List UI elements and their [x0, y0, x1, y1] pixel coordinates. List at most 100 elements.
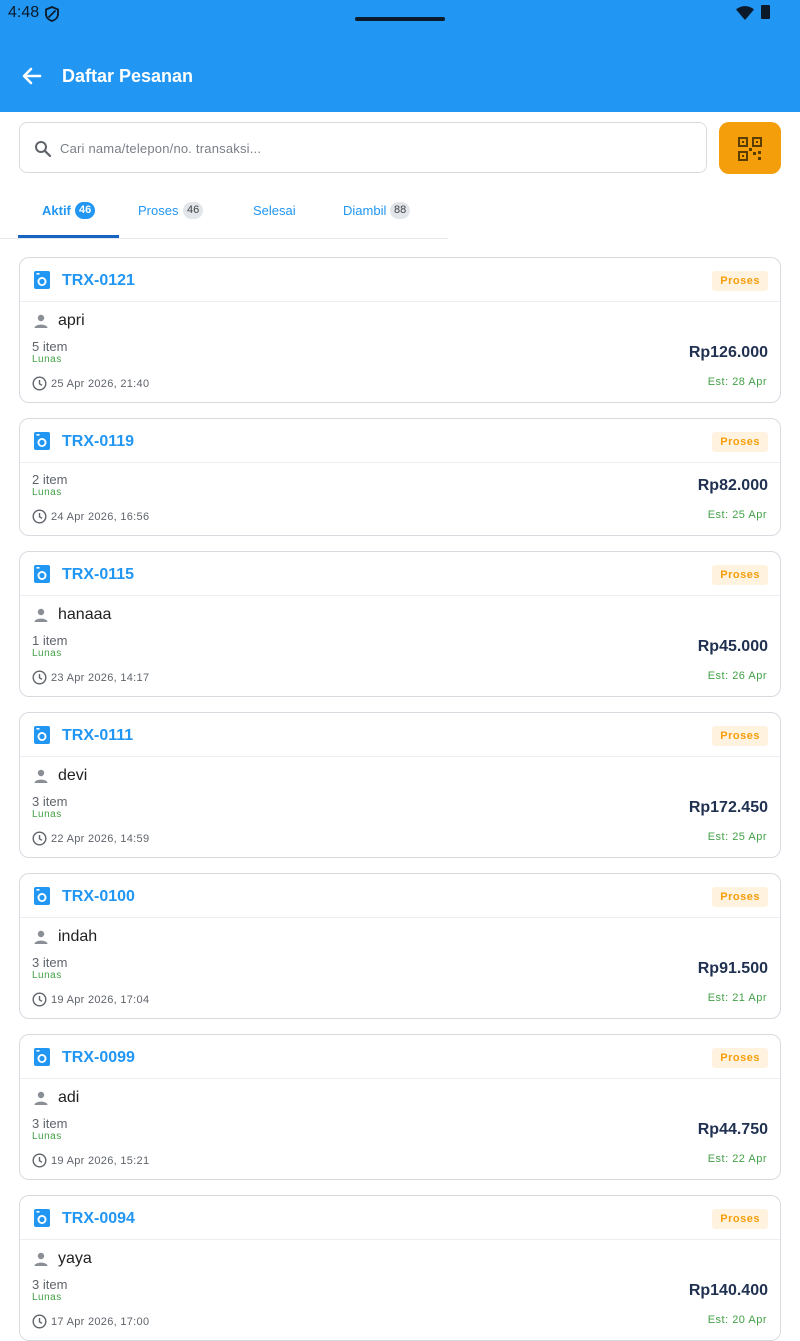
- item-count: 1 item: [32, 633, 68, 648]
- order-card[interactable]: TRX-0099 Proses adi 3 item Lunas 19 Apr …: [19, 1034, 781, 1180]
- washing-machine-icon: [34, 565, 50, 583]
- order-card-header: TRX-0094 Proses: [20, 1196, 780, 1240]
- order-card[interactable]: TRX-0119 Proses 2 item Lunas 24 Apr 2026…: [19, 418, 781, 536]
- person-icon: [34, 1091, 48, 1105]
- estimated-date: Est: 20 Apr: [707, 1314, 767, 1326]
- order-card[interactable]: TRX-0121 Proses apri 5 item Lunas 25 Apr…: [19, 257, 781, 403]
- order-id: TRX-0094: [62, 1210, 135, 1227]
- person-icon: [34, 769, 48, 783]
- estimated-date: Est: 22 Apr: [707, 1153, 767, 1165]
- wifi-icon: [736, 6, 754, 20]
- order-card[interactable]: TRX-0115 Proses hanaaa 1 item Lunas 23 A…: [19, 551, 781, 697]
- item-count: 5 item: [32, 339, 68, 354]
- item-count: 3 item: [32, 955, 68, 970]
- order-card[interactable]: TRX-0094 Proses yaya 3 item Lunas 17 Apr…: [19, 1195, 781, 1341]
- tab-label: Diambil: [343, 203, 387, 218]
- tab-count-badge: 46: [183, 202, 204, 219]
- order-date: 17 Apr 2026, 17:00: [51, 1316, 150, 1328]
- estimated-date: Est: 21 Apr: [707, 992, 767, 1004]
- search-placeholder: Cari nama/telepon/no. transaksi...: [60, 141, 262, 156]
- tab-proses[interactable]: Proses 46: [119, 188, 224, 238]
- scan-qr-button[interactable]: [719, 122, 781, 174]
- tab-count-badge: 46: [75, 202, 96, 219]
- item-count: 3 item: [32, 1116, 68, 1131]
- item-count: 2 item: [32, 472, 68, 487]
- person-icon: [34, 314, 48, 328]
- order-card-header: TRX-0100 Proses: [20, 874, 780, 918]
- status-badge: Proses: [712, 887, 768, 907]
- washing-machine-icon: [34, 271, 50, 289]
- status-badge: Proses: [712, 565, 768, 585]
- clock-icon: [32, 831, 47, 846]
- shield-icon: [45, 6, 59, 22]
- payment-status: Lunas: [32, 648, 62, 659]
- tab-bar: Aktif 46 Proses 46 Selesai Diambil 88: [0, 188, 448, 239]
- washing-machine-icon: [34, 726, 50, 744]
- order-total: Rp126.000: [688, 344, 768, 361]
- order-id: TRX-0119: [62, 433, 135, 450]
- washing-machine-icon: [34, 887, 50, 905]
- payment-status: Lunas: [32, 809, 62, 820]
- person-icon: [34, 608, 48, 622]
- customer-name: yaya: [58, 1250, 92, 1267]
- order-total: Rp140.400: [688, 1282, 768, 1299]
- status-badge: Proses: [712, 1048, 768, 1068]
- order-card-header: TRX-0119 Proses: [20, 419, 780, 463]
- clock-icon: [32, 1153, 47, 1168]
- estimated-date: Est: 26 Apr: [707, 670, 767, 682]
- order-id: TRX-0099: [62, 1049, 135, 1066]
- estimated-date: Est: 25 Apr: [707, 831, 767, 843]
- order-total: Rp91.500: [697, 960, 768, 977]
- estimated-date: Est: 28 Apr: [707, 376, 767, 388]
- payment-status: Lunas: [32, 1131, 62, 1142]
- status-badge: Proses: [712, 1209, 768, 1229]
- order-id: TRX-0121: [62, 272, 135, 289]
- order-card[interactable]: TRX-0111 Proses devi 3 item Lunas 22 Apr…: [19, 712, 781, 858]
- search-input[interactable]: Cari nama/telepon/no. transaksi...: [19, 122, 707, 173]
- payment-status: Lunas: [32, 970, 62, 981]
- clock-icon: [32, 376, 47, 391]
- order-id: TRX-0100: [62, 888, 135, 905]
- washing-machine-icon: [34, 1048, 50, 1066]
- tab-aktif[interactable]: Aktif 46: [18, 188, 119, 238]
- order-card-header: TRX-0099 Proses: [20, 1035, 780, 1079]
- back-arrow-icon[interactable]: [18, 62, 46, 90]
- person-icon: [34, 930, 48, 944]
- order-card-header: TRX-0115 Proses: [20, 552, 780, 596]
- clock-icon: [32, 670, 47, 685]
- order-total: Rp45.000: [697, 638, 768, 655]
- order-date: 19 Apr 2026, 15:21: [51, 1155, 150, 1167]
- search-icon: [35, 141, 52, 158]
- clock-icon: [32, 509, 47, 524]
- status-badge: Proses: [712, 432, 768, 452]
- order-date: 22 Apr 2026, 14:59: [51, 833, 150, 845]
- order-card-header: TRX-0121 Proses: [20, 258, 780, 302]
- order-date: 23 Apr 2026, 14:17: [51, 672, 150, 684]
- camera-notch: [355, 17, 445, 21]
- clock-icon: [32, 1314, 47, 1329]
- tab-label: Selesai: [253, 203, 296, 218]
- order-date: 24 Apr 2026, 16:56: [51, 511, 150, 523]
- app-bar: 4:48 Daftar Pesanan: [0, 0, 800, 112]
- order-id: TRX-0111: [62, 727, 134, 744]
- estimated-date: Est: 25 Apr: [707, 509, 767, 521]
- customer-name: devi: [58, 767, 88, 784]
- clock-icon: [32, 992, 47, 1007]
- customer-name: indah: [58, 928, 98, 945]
- qr-scan-icon: [738, 137, 762, 161]
- tab-diambil[interactable]: Diambil 88: [324, 188, 434, 238]
- status-bar: 4:48: [0, 0, 800, 28]
- order-date: 25 Apr 2026, 21:40: [51, 378, 150, 390]
- washing-machine-icon: [34, 1209, 50, 1227]
- tab-selesai[interactable]: Selesai: [224, 188, 324, 238]
- customer-name: adi: [58, 1089, 80, 1106]
- status-badge: Proses: [712, 271, 768, 291]
- tab-label: Proses: [138, 203, 179, 218]
- order-total: Rp44.750: [697, 1121, 768, 1138]
- item-count: 3 item: [32, 1277, 68, 1292]
- status-badge: Proses: [712, 726, 768, 746]
- tab-active-indicator: [18, 235, 119, 238]
- customer-name: apri: [58, 312, 85, 329]
- item-count: 3 item: [32, 794, 68, 809]
- order-card[interactable]: TRX-0100 Proses indah 3 item Lunas 19 Ap…: [19, 873, 781, 1019]
